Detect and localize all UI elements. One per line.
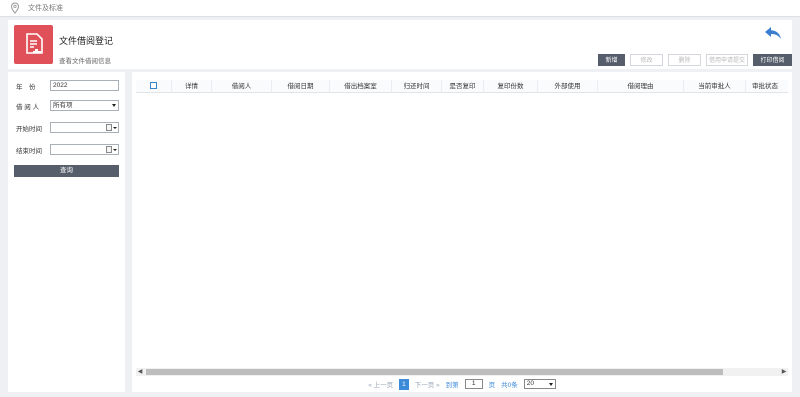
prev-page-link[interactable]: « 上一页: [368, 379, 393, 389]
data-grid-panel: 详情 借阅人 借阅日期 借出档案室 归还时间 是否复印 复印份数 外部使用 借阅…: [132, 72, 792, 392]
start-time-filter-row: 开始时间: [8, 122, 119, 133]
current-page-button[interactable]: 1: [399, 378, 409, 390]
start-time-input[interactable]: [50, 122, 119, 133]
filter-panel: 年 份 2022 借 阅 人 所有项 开始时间 结束时间 查询: [8, 72, 125, 392]
end-time-filter-row: 结束时间: [8, 144, 119, 155]
print-borrow-button[interactable]: 打印借阅: [753, 54, 792, 66]
column-header[interactable]: 当前审批人: [684, 79, 746, 93]
scrollbar-thumb[interactable]: [146, 369, 723, 375]
total-count: 共0条: [501, 382, 518, 389]
breadcrumb[interactable]: 文件及标准: [28, 3, 63, 13]
borrow-records-table: 详情 借阅人 借阅日期 借出档案室 归还时间 是否复印 复印份数 外部使用 借阅…: [136, 79, 788, 368]
horizontal-scrollbar[interactable]: ◀ ▶: [136, 368, 788, 376]
calendar-icon[interactable]: [106, 146, 112, 153]
calendar-icon[interactable]: [106, 124, 112, 131]
edit-button[interactable]: 修改: [630, 54, 663, 66]
column-header[interactable]: 外部使用: [538, 79, 598, 93]
year-filter-row: 年 份 2022: [8, 80, 119, 91]
scroll-right-icon[interactable]: ▶: [780, 368, 788, 376]
goto-page-input[interactable]: 1: [464, 379, 483, 389]
delete-button[interactable]: 删除: [668, 54, 701, 66]
pagination: « 上一页 1 下一页 » 到第 1 页 共0条 20: [132, 378, 792, 390]
chevron-down-icon[interactable]: [113, 149, 117, 151]
column-header[interactable]: 借阅人: [212, 79, 272, 93]
column-header[interactable]: 是否复印: [442, 79, 484, 93]
scroll-left-icon[interactable]: ◀: [136, 368, 144, 376]
column-header[interactable]: 借阅日期: [272, 79, 330, 93]
page-size-select[interactable]: 20: [523, 379, 556, 389]
page-header: 文件借阅登记 查看文件借阅信息 新增 修改 删除 借用申请提交 打印借阅: [8, 20, 792, 69]
year-input[interactable]: 2022: [50, 80, 119, 91]
borrower-label: 借 阅 人: [16, 103, 40, 111]
submit-borrow-request-button[interactable]: 借用申请提交: [706, 54, 748, 66]
borrower-filter-row: 借 阅 人 所有项: [8, 100, 119, 111]
chevron-down-icon: [112, 104, 116, 107]
start-time-label: 开始时间: [16, 125, 42, 133]
select-all-cell: [136, 79, 172, 93]
column-header[interactable]: 借阅理由: [598, 79, 684, 93]
select-all-checkbox[interactable]: [150, 82, 157, 90]
page-size-value: 20: [526, 380, 535, 387]
next-page-link[interactable]: 下一页 »: [415, 379, 440, 389]
page-title: 文件借阅登记: [59, 36, 114, 46]
table-header: 详情 借阅人 借阅日期 借出档案室 归还时间 是否复印 复印份数 外部使用 借阅…: [136, 79, 788, 93]
year-label: 年 份: [16, 83, 36, 91]
column-header[interactable]: 审批状态: [746, 80, 784, 93]
add-button[interactable]: 新增: [598, 54, 625, 66]
top-breadcrumb-bar: 文件及标准: [0, 0, 800, 17]
chevron-down-icon[interactable]: [113, 127, 117, 129]
query-button[interactable]: 查询: [14, 165, 119, 177]
column-header[interactable]: 借出档案室: [330, 79, 392, 93]
location-pin-icon: [10, 2, 20, 14]
page-unit-label: 页: [488, 382, 496, 389]
end-time-input[interactable]: [50, 144, 119, 155]
borrower-select[interactable]: 所有项: [50, 100, 119, 111]
document-stamp-icon: [14, 25, 53, 64]
column-header[interactable]: 归还时间: [392, 79, 442, 93]
end-time-label: 结束时间: [16, 147, 42, 155]
column-header[interactable]: 复印份数: [484, 79, 538, 93]
borrower-select-value: 所有项: [53, 102, 73, 109]
page-subtitle: 查看文件借阅信息: [59, 58, 111, 65]
action-toolbar: 新增 修改 删除 借用申请提交 打印借阅: [598, 54, 792, 66]
column-header[interactable]: 详情: [172, 79, 212, 93]
goto-label: 到第: [445, 382, 459, 389]
chevron-down-icon: [548, 383, 553, 386]
back-arrow-icon[interactable]: [764, 26, 782, 40]
